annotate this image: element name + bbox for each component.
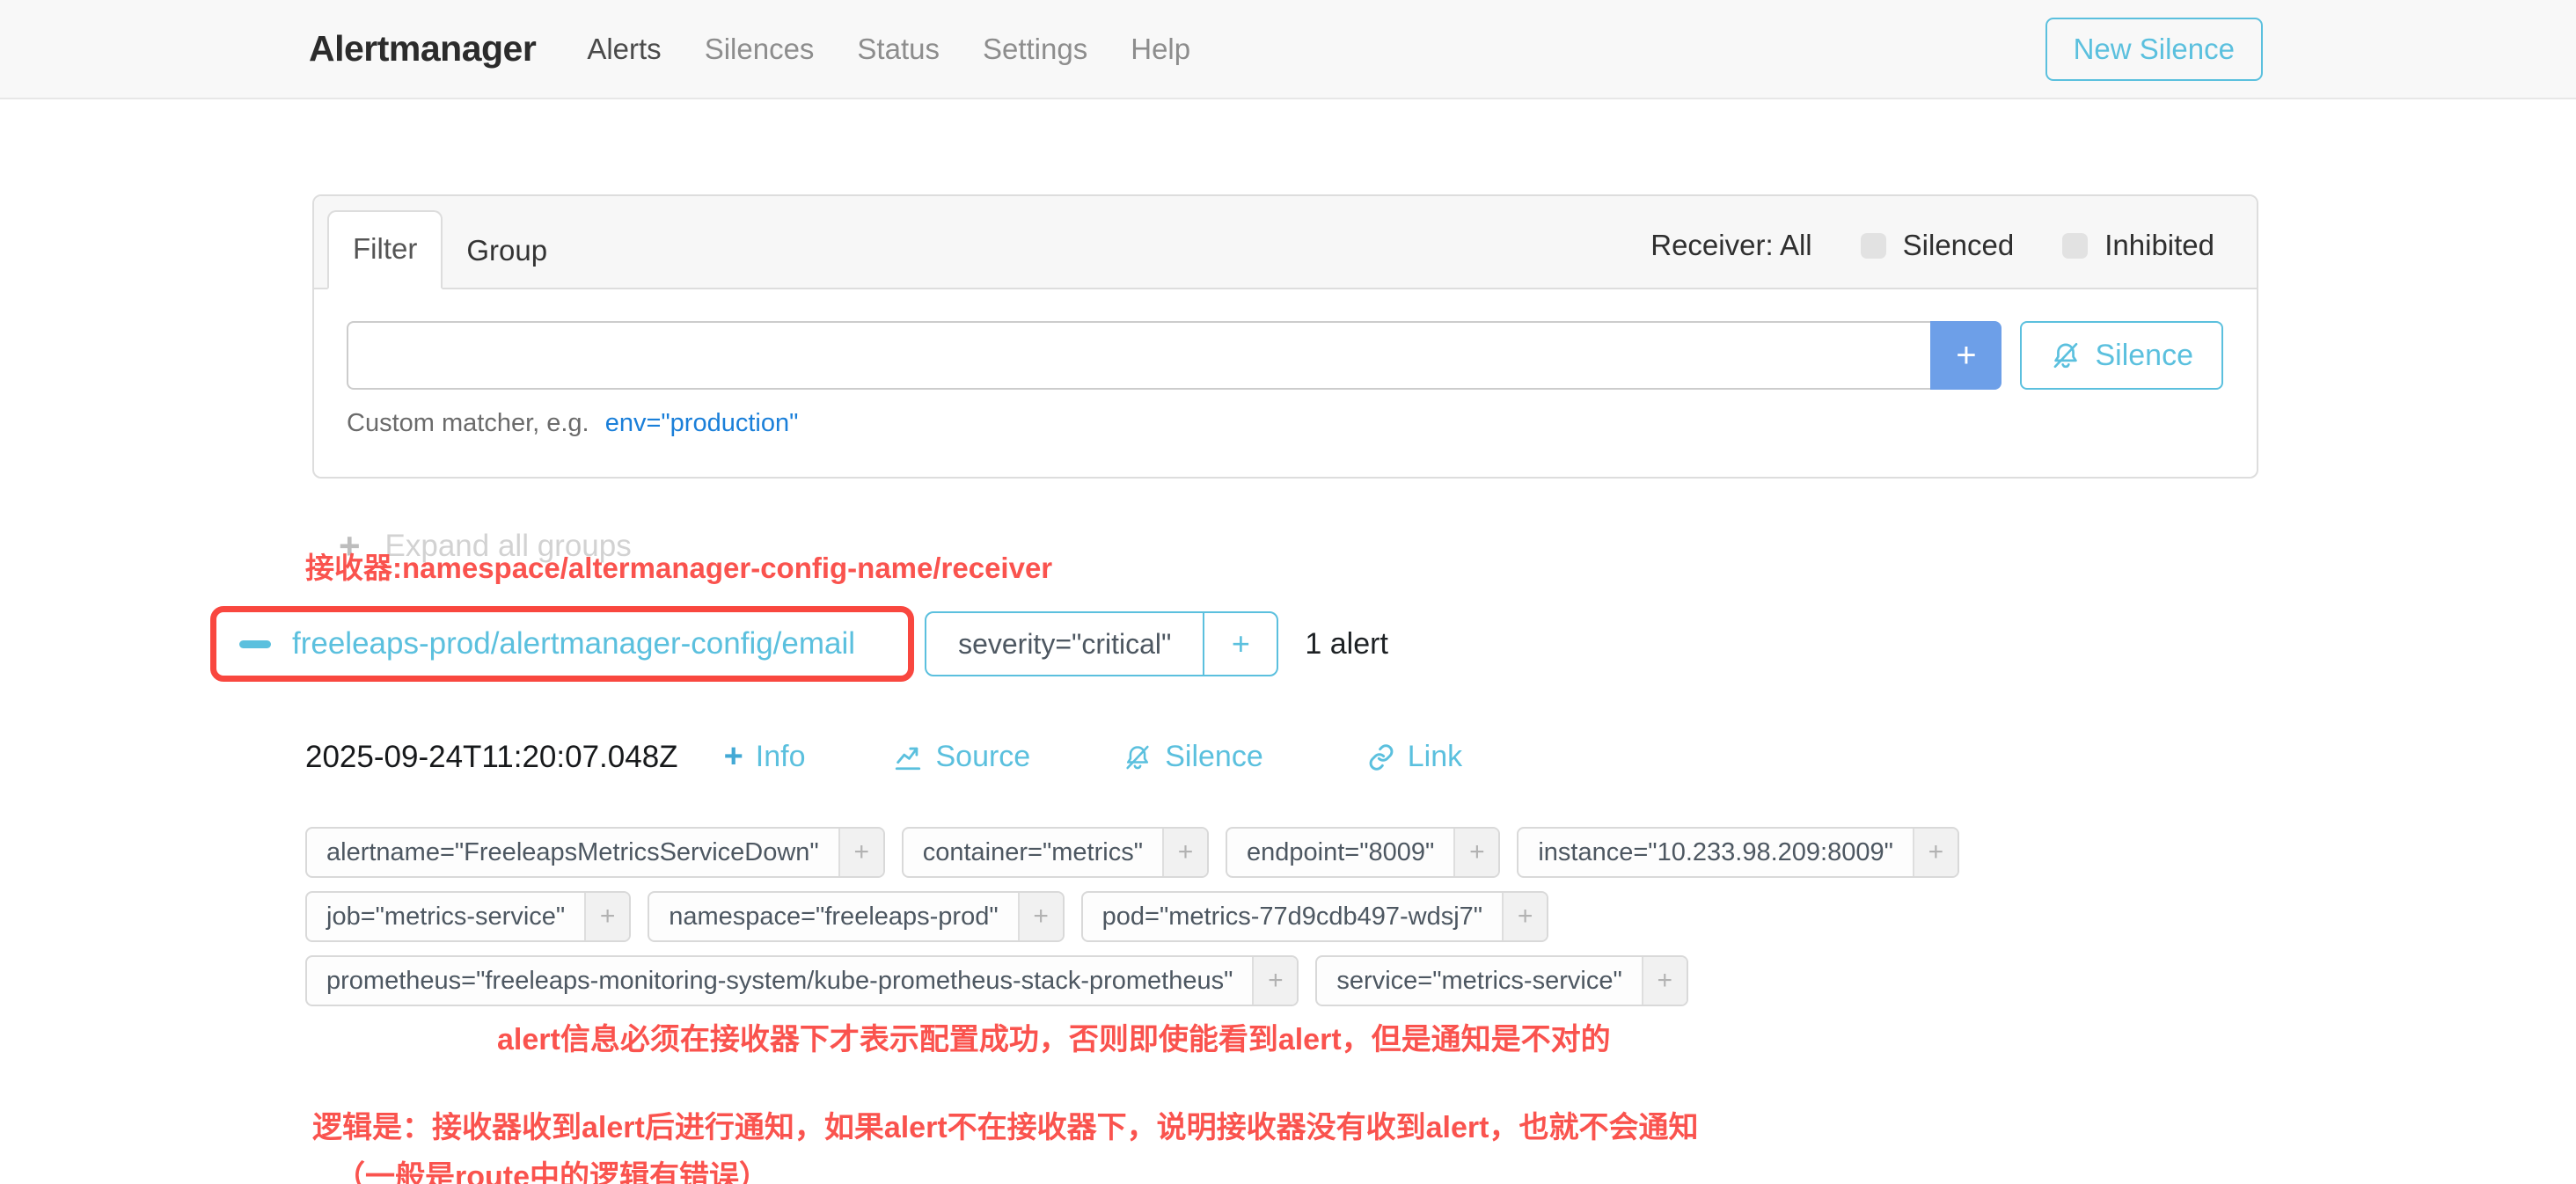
silence-button-label: Silence <box>2095 339 2193 373</box>
label-row: prometheus="freeleaps-monitoring-system/… <box>305 955 2258 1006</box>
label-value: alertname="FreeleapsMetricsServiceDown" <box>307 829 838 876</box>
alert-source-link[interactable]: Source <box>893 740 1030 774</box>
matcher-input-row: + Silence <box>347 321 2223 390</box>
annotation-config-success: alert信息必须在接收器下才表示配置成功，否则即使能看到alert，但是通知是… <box>497 1020 2258 1059</box>
add-filter-button[interactable]: + <box>584 893 629 940</box>
inhibited-checkbox-label: Inhibited <box>2104 229 2214 262</box>
alert-source-label: Source <box>935 740 1030 774</box>
label-chip-container: container="metrics" + <box>902 827 1209 878</box>
label-value: container="metrics" <box>904 829 1162 876</box>
annotation-route-error: （一般是route中的逻辑有错误） <box>335 1158 2258 1184</box>
label-chip-namespace: namespace="freeleaps-prod" + <box>648 891 1064 942</box>
matcher-helper: Custom matcher, e.g. env="production" <box>347 409 2223 438</box>
group-name: freeleaps-prod/alertmanager-config/email <box>292 626 855 661</box>
group-matcher-chip: severity="critical" + <box>925 611 1278 676</box>
main-content: Filter Group Receiver: All Silenced Inhi… <box>312 194 2258 1184</box>
add-filter-button[interactable]: + <box>1642 957 1687 1005</box>
link-icon <box>1367 743 1395 771</box>
add-filter-button[interactable]: + <box>1453 829 1498 876</box>
add-filter-button[interactable]: + <box>1252 957 1297 1005</box>
new-silence-button[interactable]: New Silence <box>2045 18 2263 81</box>
label-value: instance="10.233.98.209:8009" <box>1519 829 1913 876</box>
collapse-minus-icon <box>239 640 271 648</box>
silenced-checkbox-group[interactable]: Silenced <box>1861 229 2015 262</box>
bell-slash-icon <box>1123 742 1153 772</box>
bell-slash-icon <box>2050 340 2082 371</box>
alert-count: 1 alert <box>1305 627 1388 661</box>
annotation-receiver-path: 接收器:namespace/altermanager-config-name/r… <box>305 551 2258 586</box>
add-filter-button[interactable]: + <box>1162 829 1207 876</box>
filter-panel: Filter Group Receiver: All Silenced Inhi… <box>312 194 2258 479</box>
alert-silence-label: Silence <box>1165 740 1263 774</box>
add-filter-button[interactable]: + <box>1502 893 1547 940</box>
nav-item-alerts[interactable]: Alerts <box>587 33 661 66</box>
silenced-checkbox-label: Silenced <box>1903 229 2015 262</box>
add-filter-button[interactable]: + <box>1018 893 1063 940</box>
label-value: namespace="freeleaps-prod" <box>649 893 1017 940</box>
label-chip-instance: instance="10.233.98.209:8009" + <box>1517 827 1959 878</box>
label-value: prometheus="freeleaps-monitoring-system/… <box>307 957 1252 1005</box>
filter-header-controls: Receiver: All Silenced Inhibited <box>1650 229 2214 262</box>
silence-from-filter-button[interactable]: Silence <box>2020 321 2223 390</box>
group-collapse-button[interactable]: freeleaps-prod/alertmanager-config/email <box>210 606 914 682</box>
label-row: alertname="FreeleapsMetricsServiceDown" … <box>305 827 2258 878</box>
filter-panel-header: Filter Group Receiver: All Silenced Inhi… <box>314 196 2257 289</box>
matcher-helper-text: Custom matcher, e.g. <box>347 409 589 437</box>
silenced-checkbox[interactable] <box>1861 233 1886 259</box>
label-chip-alertname: alertname="FreeleapsMetricsServiceDown" … <box>305 827 885 878</box>
matcher-input[interactable] <box>347 321 1930 390</box>
alert-link-label: Link <box>1408 740 1462 774</box>
add-filter-button[interactable]: + <box>1913 829 1958 876</box>
label-chip-service: service="metrics-service" + <box>1315 955 1687 1006</box>
label-value: endpoint="8009" <box>1227 829 1453 876</box>
inhibited-checkbox[interactable] <box>2062 233 2088 259</box>
group-matcher-label: severity="critical" <box>926 613 1203 675</box>
label-chip-pod: pod="metrics-77d9cdb497-wdsj7" + <box>1081 891 1548 942</box>
nav-item-silences[interactable]: Silences <box>705 33 815 66</box>
alert-detail-row: 2025-09-24T11:20:07.048Z + Info Source <box>305 738 2258 776</box>
filter-panel-body: + Silence Custom matcher, e.g. env="prod… <box>314 289 2257 477</box>
alert-permalink[interactable]: Link <box>1367 740 1462 774</box>
chart-icon <box>893 742 923 772</box>
navbar: Alertmanager Alerts Silences Status Sett… <box>0 0 2576 99</box>
alert-timestamp: 2025-09-24T11:20:07.048Z <box>305 740 678 775</box>
annotation-logic: 逻辑是：接收器收到alert后进行通知，如果alert不在接收器下，说明接收器没… <box>312 1108 2258 1147</box>
inhibited-checkbox-group[interactable]: Inhibited <box>2062 229 2214 262</box>
alert-info-link[interactable]: + Info <box>724 738 806 776</box>
add-matcher-button[interactable]: + <box>1930 321 2002 390</box>
add-filter-button[interactable]: + <box>838 829 883 876</box>
label-value: service="metrics-service" <box>1317 957 1641 1005</box>
label-row: job="metrics-service" + namespace="freel… <box>305 891 2258 942</box>
app-brand[interactable]: Alertmanager <box>309 28 536 69</box>
label-chip-prometheus: prometheus="freeleaps-monitoring-system/… <box>305 955 1299 1006</box>
nav-menu: Alerts Silences Status Settings Help <box>587 33 1190 66</box>
alert-info-label: Info <box>756 740 806 774</box>
group-matcher-add-button[interactable]: + <box>1203 613 1277 675</box>
label-value: pod="metrics-77d9cdb497-wdsj7" <box>1083 893 1502 940</box>
alert-labels: alertname="FreeleapsMetricsServiceDown" … <box>305 827 2258 1006</box>
alert-group-row: freeleaps-prod/alertmanager-config/email… <box>210 606 2258 682</box>
tab-filter[interactable]: Filter <box>327 210 443 289</box>
nav-item-status[interactable]: Status <box>857 33 940 66</box>
nav-item-help[interactable]: Help <box>1131 33 1190 66</box>
tab-group[interactable]: Group <box>443 214 571 289</box>
label-chip-job: job="metrics-service" + <box>305 891 631 942</box>
nav-item-settings[interactable]: Settings <box>983 33 1087 66</box>
alert-silence-link[interactable]: Silence <box>1123 740 1263 774</box>
receiver-dropdown[interactable]: Receiver: All <box>1650 229 1811 262</box>
label-chip-endpoint: endpoint="8009" + <box>1226 827 1500 878</box>
label-value: job="metrics-service" <box>307 893 584 940</box>
matcher-example-link[interactable]: env="production" <box>605 409 799 437</box>
plus-icon: + <box>724 738 743 776</box>
